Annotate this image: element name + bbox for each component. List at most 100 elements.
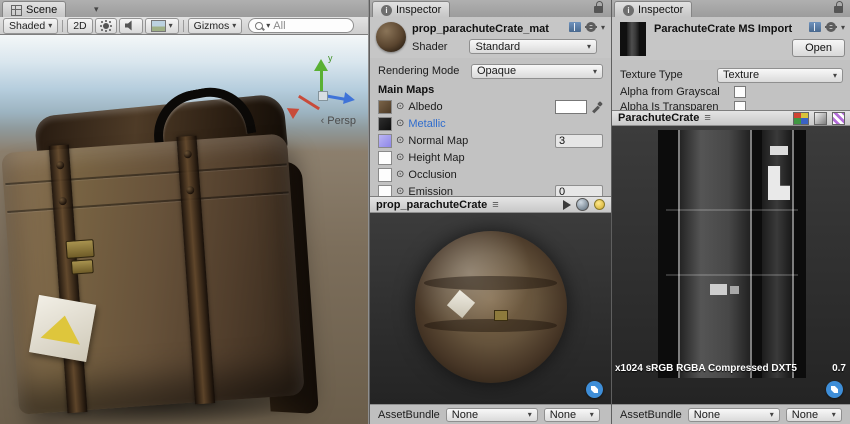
rendering-mode-dropdown[interactable]: Opaque ▾ xyxy=(471,64,603,79)
alpha-is-transparent-checkbox[interactable] xyxy=(734,101,746,111)
gizmo-y-axis-icon[interactable] xyxy=(314,59,328,71)
alpha-from-grayscale-label: Alpha from Grayscal xyxy=(620,86,734,98)
toolbar-divider xyxy=(62,20,63,32)
emission-label: Emission xyxy=(408,186,453,197)
albedo-color-swatch[interactable] xyxy=(555,100,587,114)
mipmap-icon[interactable] xyxy=(814,112,827,125)
gizmo-center-cube[interactable] xyxy=(318,91,328,101)
texture-preview-header[interactable]: ParachuteCrate ≡ xyxy=(612,110,850,126)
material-preview-area[interactable] xyxy=(370,213,611,404)
material-header: prop_parachuteCrate_mat ▾ Shader Standar… xyxy=(370,17,611,59)
help-book-icon[interactable] xyxy=(809,22,821,32)
object-picker-icon[interactable]: ⊙ xyxy=(396,170,404,180)
alpha-from-grayscale-checkbox[interactable] xyxy=(734,86,746,98)
object-picker-icon[interactable]: ⊙ xyxy=(396,102,404,112)
rgb-channels-icon[interactable] xyxy=(793,112,809,125)
2d-toggle-button[interactable]: 2D xyxy=(67,18,92,34)
chevron-down-icon: ▾ xyxy=(169,21,173,30)
open-button[interactable]: Open xyxy=(792,39,845,57)
gizmos-dropdown[interactable]: Gizmos ▾ xyxy=(188,18,243,34)
occlusion-texture-thumb[interactable] xyxy=(378,168,392,182)
orientation-gizmo[interactable]: y xyxy=(290,57,354,121)
assetbundle-dropdown[interactable]: None ▾ xyxy=(688,408,780,422)
assetbundle-variant-dropdown[interactable]: None ▾ xyxy=(786,408,842,422)
scene-lighting-toggle[interactable] xyxy=(95,18,117,34)
tab-scene[interactable]: Scene xyxy=(2,1,66,18)
sphere-latch xyxy=(494,310,508,321)
normal-map-texture-thumb[interactable] xyxy=(378,134,392,148)
parachute-crate-object[interactable] xyxy=(2,83,320,423)
speaker-icon xyxy=(125,20,137,32)
emission-value-field[interactable]: 0 xyxy=(555,185,603,197)
assetbundle-dropdown[interactable]: None ▾ xyxy=(446,408,538,422)
texture-detail xyxy=(792,130,794,378)
scene-audio-toggle[interactable] xyxy=(119,18,143,34)
metallic-texture-thumb[interactable] xyxy=(378,117,392,131)
texture-preview-title: ParachuteCrate xyxy=(618,112,699,124)
texture-detail xyxy=(770,146,788,155)
normal-map-value-field[interactable]: 3 xyxy=(555,134,603,148)
rivet xyxy=(56,161,65,170)
scene-effects-dropdown[interactable]: ▾ xyxy=(145,18,179,34)
normal-map-label: Normal Map xyxy=(408,135,468,147)
shader-label: Shader xyxy=(412,41,447,53)
object-picker-icon[interactable]: ⊙ xyxy=(396,119,404,129)
lock-icon[interactable] xyxy=(594,5,604,14)
drag-grip-icon[interactable]: ≡ xyxy=(704,112,710,124)
alpha-checker-icon[interactable] xyxy=(832,112,845,125)
alpha-from-grayscale-row: Alpha from Grayscal xyxy=(620,84,843,99)
chevron-down-icon[interactable]: ▾ xyxy=(601,23,605,32)
material-preview-sphere[interactable] xyxy=(415,231,567,383)
texture-preview-area[interactable]: x1024 sRGB RGBA Compressed DXT5 0.7 xyxy=(612,126,850,404)
shader-dropdown[interactable]: Standard ▾ xyxy=(469,39,597,54)
chevron-down-icon: ▾ xyxy=(232,21,236,30)
object-picker-icon[interactable]: ⊙ xyxy=(396,187,404,197)
height-map-label: Height Map xyxy=(408,152,464,164)
emission-texture-thumb[interactable] xyxy=(378,185,392,197)
map-row-metallic: ⊙ Metallic xyxy=(378,115,603,132)
drag-grip-icon[interactable]: ≡ xyxy=(492,199,498,211)
help-book-icon[interactable] xyxy=(569,22,581,32)
eyedropper-icon[interactable] xyxy=(591,101,603,113)
lock-icon[interactable] xyxy=(834,5,844,14)
tab-inspector[interactable]: i Inspector xyxy=(372,1,450,18)
gizmo-z-axis-icon[interactable] xyxy=(343,92,356,106)
albedo-texture-thumb[interactable] xyxy=(378,100,392,114)
texture-detail xyxy=(710,284,727,295)
perspective-toggle[interactable]: ‹ Persp xyxy=(321,115,356,127)
draw-mode-dropdown[interactable]: Shaded ▾ xyxy=(3,18,58,34)
gear-icon[interactable] xyxy=(586,22,596,32)
persp-arrow-icon: ‹ xyxy=(321,115,325,127)
crate-warning-sticker xyxy=(29,295,96,362)
sphere-sticker xyxy=(447,290,475,318)
scene-search-input[interactable]: ▾ All xyxy=(248,18,354,33)
chevron-down-icon[interactable]: ▾ xyxy=(841,23,845,32)
height-map-texture-thumb[interactable] xyxy=(378,151,392,165)
header-icons: ▾ xyxy=(569,22,605,32)
scene-viewport[interactable]: y ‹ Persp xyxy=(0,35,368,424)
crate-latch xyxy=(65,239,94,259)
tab-inspector[interactable]: i Inspector xyxy=(614,1,692,18)
shader-value: Standard xyxy=(475,41,520,53)
object-picker-icon[interactable]: ⊙ xyxy=(396,136,404,146)
gear-icon[interactable] xyxy=(826,22,836,32)
preview-mesh-icon[interactable] xyxy=(576,198,589,211)
preview-light-icon[interactable] xyxy=(594,199,605,210)
texture-title: ParachuteCrate MS Import xyxy=(654,23,792,35)
asset-label-tag-icon[interactable] xyxy=(826,381,843,398)
texture-thumbnail[interactable] xyxy=(620,22,646,56)
preview-play-icon[interactable] xyxy=(563,200,571,210)
rendering-mode-value: Opaque xyxy=(477,65,516,77)
assetbundle-variant-dropdown[interactable]: None ▾ xyxy=(544,408,600,422)
texture-header: ParachuteCrate MS Import ▾ Open xyxy=(612,17,850,61)
texture-detail xyxy=(680,130,750,378)
texture-type-dropdown[interactable]: Texture ▾ xyxy=(717,68,843,83)
material-preview-header[interactable]: prop_parachuteCrate ≡ xyxy=(370,196,611,213)
tab-menu-caret-icon[interactable]: ▾ xyxy=(94,4,99,15)
object-picker-icon[interactable]: ⊙ xyxy=(396,153,404,163)
metallic-label: Metallic xyxy=(408,118,445,130)
header-icons: ▾ xyxy=(809,22,845,32)
persp-text: Persp xyxy=(327,115,356,127)
material-sphere-thumbnail[interactable] xyxy=(376,22,406,52)
asset-label-tag-icon[interactable] xyxy=(586,381,603,398)
